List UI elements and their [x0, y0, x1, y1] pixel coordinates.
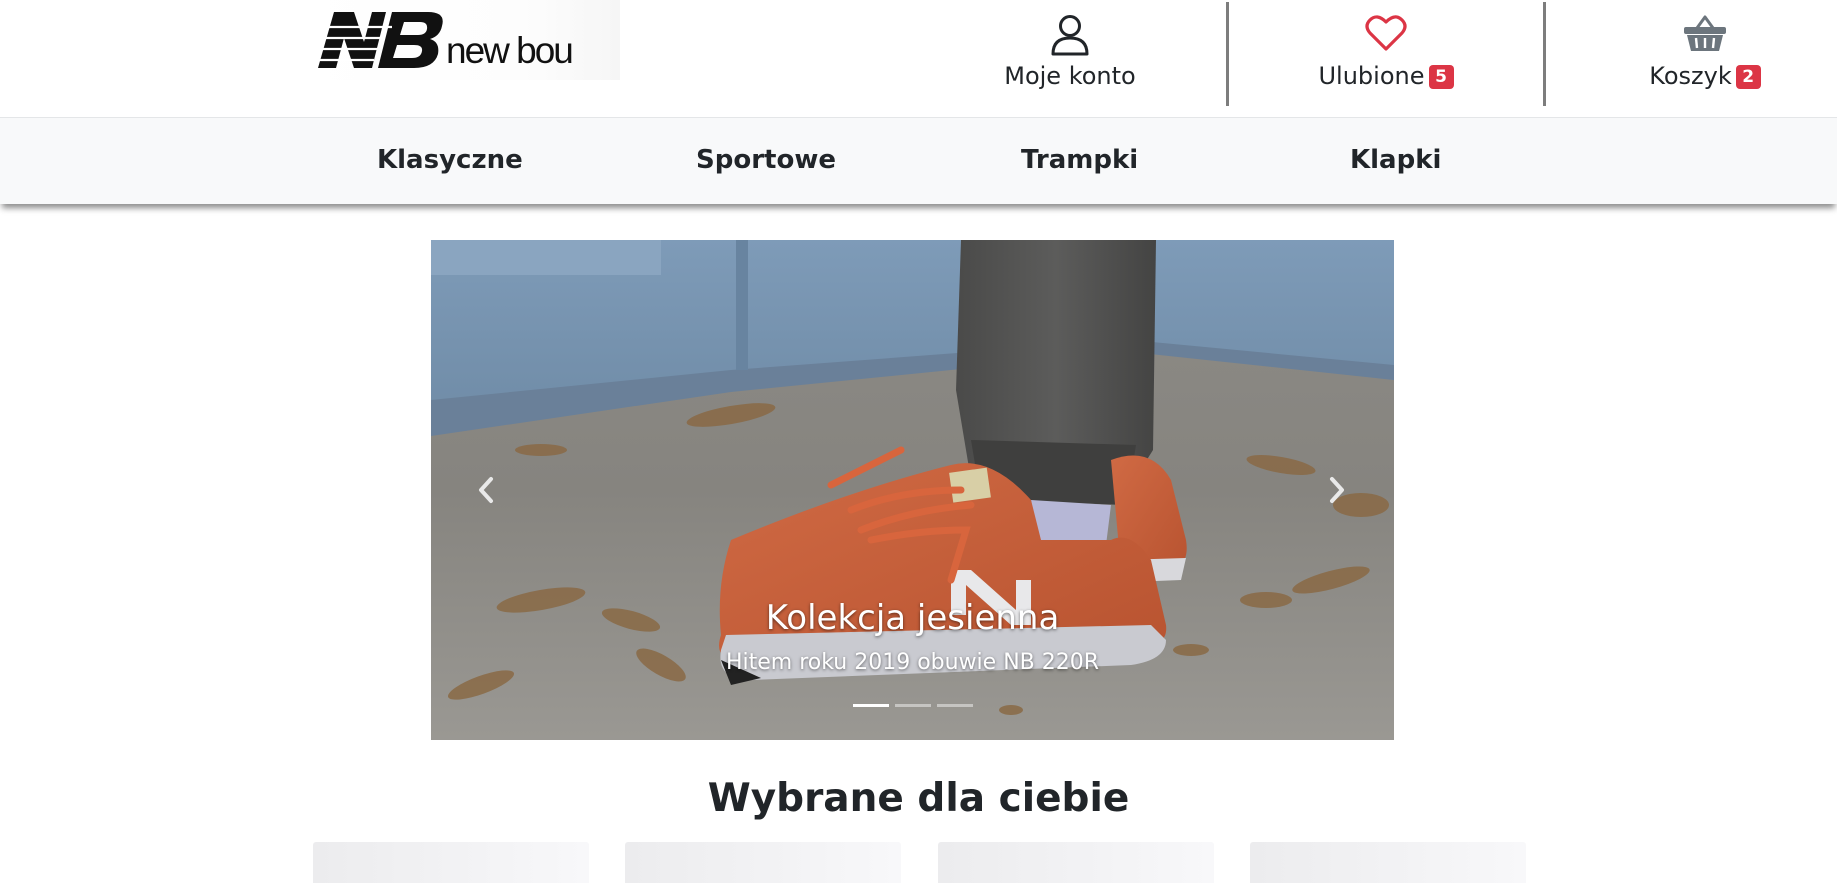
cart-link[interactable]: Koszyk 2 [1610, 0, 1800, 108]
carousel-caption-text: Hitem roku 2019 obuwie NB 220R [725, 650, 1100, 675]
carousel-indicators [431, 704, 1394, 707]
carousel-next-button[interactable] [1302, 455, 1372, 525]
chevron-right-icon [1330, 477, 1344, 503]
favorites-link[interactable]: Ulubione 5 [1286, 0, 1486, 108]
cart-count-badge: 2 [1735, 65, 1761, 89]
carousel-indicator[interactable] [936, 704, 973, 707]
carousel-caption-title: Kolekcja jesienna [765, 598, 1060, 638]
brand-name: new bou [446, 30, 574, 71]
header-divider [1226, 2, 1229, 106]
nav-item-trampki[interactable]: Trampki [1021, 145, 1138, 175]
product-card[interactable] [313, 842, 589, 883]
user-icon [1051, 15, 1089, 56]
product-card[interactable] [938, 842, 1214, 883]
category-nav: Klasyczne Sportowe Trampki Klapki [0, 117, 1837, 204]
section-title: Wybrane dla ciebie [707, 776, 1130, 821]
carousel-indicator[interactable] [852, 704, 889, 707]
carousel-prev-button[interactable] [451, 455, 521, 525]
nb-logo-mark [312, 12, 443, 68]
brand-logo[interactable]: new bou [300, 0, 620, 80]
favorites-count-badge: 5 [1428, 65, 1454, 89]
product-card[interactable] [1250, 842, 1526, 883]
product-card[interactable] [625, 842, 901, 883]
nav-item-sportowe[interactable]: Sportowe [696, 145, 836, 175]
cart-label: Koszyk [1649, 62, 1732, 90]
favorites-label: Ulubione [1318, 62, 1425, 90]
chevron-left-icon [479, 477, 493, 503]
heart-icon [1365, 15, 1407, 51]
nav-item-klasyczne[interactable]: Klasyczne [377, 145, 523, 175]
account-link[interactable]: Moje konto [980, 0, 1160, 108]
hero-carousel[interactable]: Kolekcja jesienna Hitem roku 2019 obuwie… [431, 240, 1394, 740]
nav-item-klapki[interactable]: Klapki [1350, 145, 1441, 175]
header-divider [1543, 2, 1546, 106]
site-header: new bou Moje konto Ulubione 5 Koszyk 2 [0, 0, 1837, 117]
basket-icon [1684, 15, 1726, 51]
carousel-indicator[interactable] [894, 704, 931, 707]
account-label: Moje konto [1004, 62, 1136, 90]
